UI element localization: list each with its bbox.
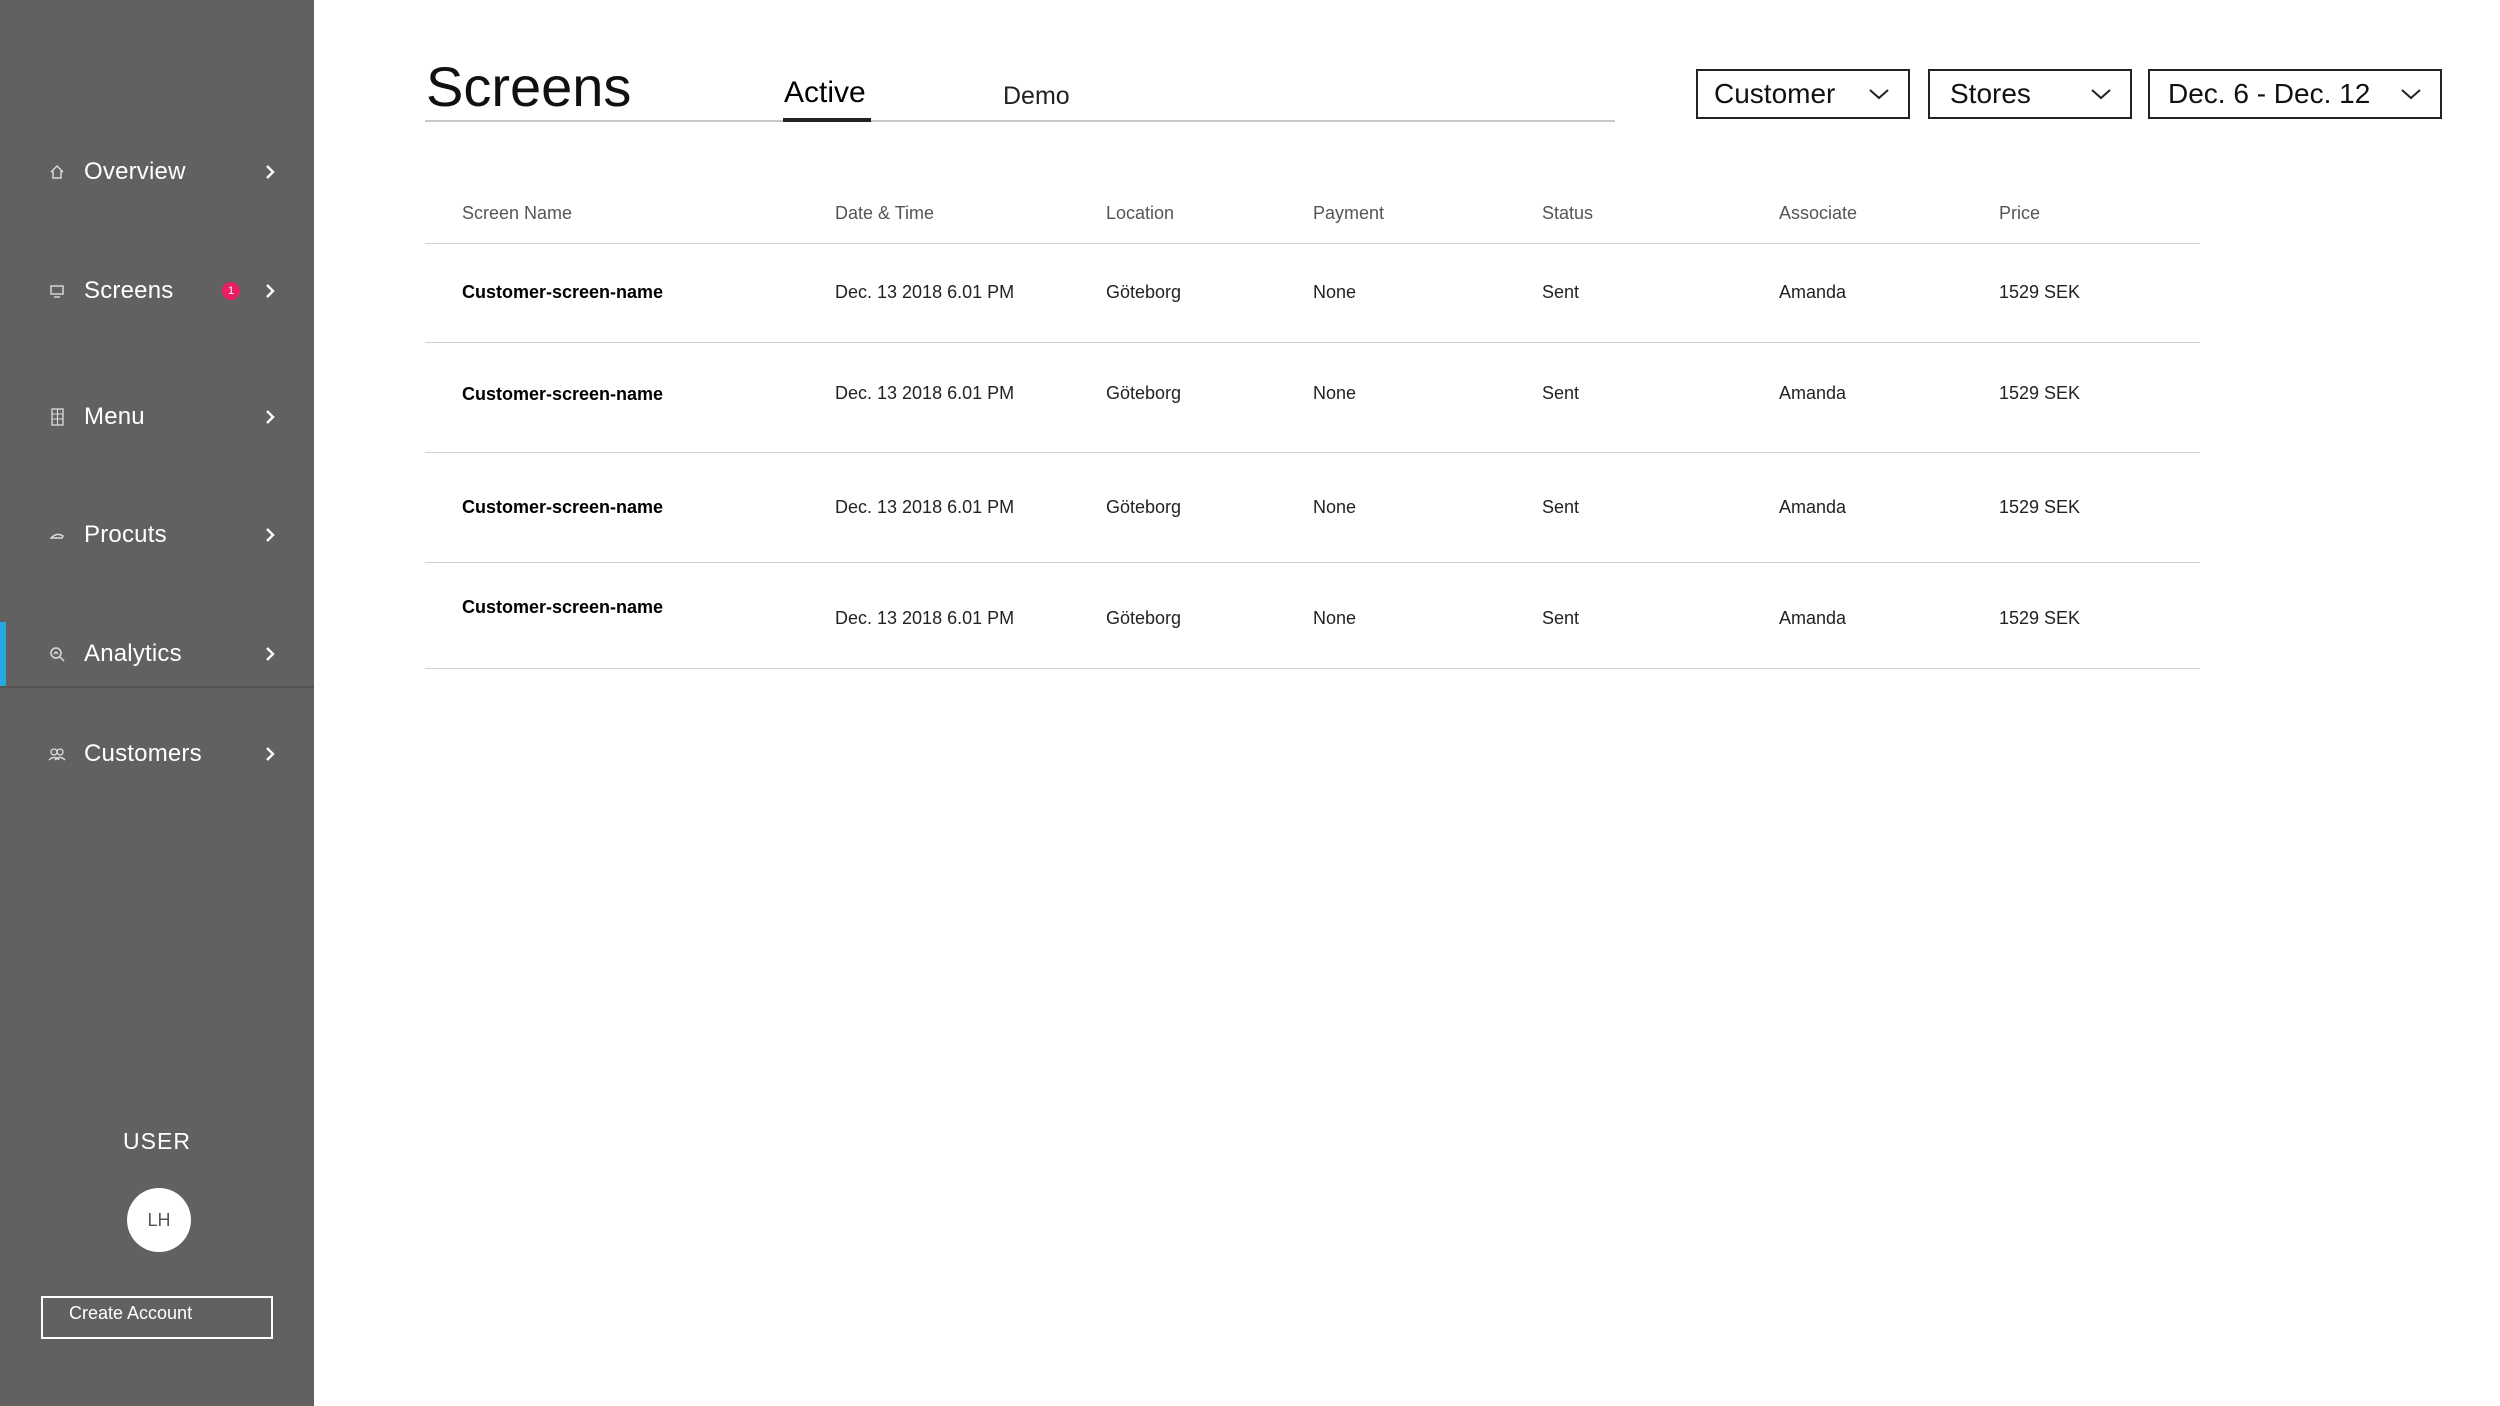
payment-cell: None (1313, 383, 1357, 403)
page-title: Screens (426, 55, 632, 118)
product-icon (44, 522, 70, 548)
location-cell: Göteborg (1106, 383, 1182, 403)
sidebar-item-menu[interactable]: Menu (0, 382, 314, 452)
chevron-right-icon (262, 164, 278, 180)
associate-cell: Amanda (1779, 282, 1847, 302)
table-divider (425, 342, 2200, 343)
screen-name-cell[interactable]: Customer-screen-name (462, 384, 663, 405)
chevron-down-icon (1869, 89, 1889, 100)
analytics-icon (44, 641, 70, 667)
status-cell: Sent (1542, 497, 1580, 517)
sidebar-item-label: Procuts (84, 521, 167, 548)
table-divider (425, 668, 2200, 669)
status-cell: Sent (1542, 608, 1580, 628)
tab-active[interactable]: Active (784, 76, 866, 110)
associate-cell: Amanda (1779, 497, 1847, 517)
date-range-dropdown[interactable]: Dec. 6 - Dec. 12 (2148, 69, 2442, 119)
sidebar-item-label: Overview (84, 158, 186, 185)
sidebar: Overview Screens 1 Menu Procuts Analytic… (0, 0, 314, 1406)
status-cell: Sent (1542, 383, 1580, 403)
active-tab-indicator (783, 118, 871, 122)
tab-demo[interactable]: Demo (1003, 82, 1070, 111)
table-divider (425, 452, 2200, 453)
status-cell: Sent (1542, 282, 1580, 302)
table-divider (425, 562, 2200, 563)
sidebar-item-label: Screens (84, 277, 174, 304)
stores-dropdown-value: Stores (1950, 78, 2031, 109)
notification-badge: 1 (222, 282, 240, 300)
stores-dropdown[interactable]: Stores (1928, 69, 2132, 119)
column-header-screen-name[interactable]: Screen Name (462, 203, 572, 224)
screen-name-cell[interactable]: Customer-screen-name (462, 497, 663, 518)
sidebar-item-customers[interactable]: Customers (0, 719, 314, 789)
screen-name-cell[interactable]: Customer-screen-name (462, 597, 663, 618)
sidebar-item-analytics[interactable]: Analytics (0, 622, 314, 688)
customer-dropdown-value: Customer (1714, 78, 1836, 109)
column-header-status[interactable]: Status (1542, 203, 1593, 224)
sidebar-item-screens[interactable]: Screens 1 (0, 256, 314, 326)
chevron-right-icon (262, 527, 278, 543)
sidebar-item-label: Customers (84, 740, 202, 767)
avatar[interactable]: LH (127, 1188, 191, 1252)
menu-grid-icon (44, 404, 70, 430)
associate-cell: Amanda (1779, 383, 1847, 403)
screen-name-cell[interactable]: Customer-screen-name (462, 282, 663, 303)
price-cell: 1529 SEK (1999, 497, 2081, 517)
sidebar-item-label: Analytics (84, 640, 182, 667)
column-header-payment[interactable]: Payment (1313, 203, 1384, 224)
payment-cell: None (1313, 497, 1357, 517)
datetime-cell: Dec. 13 2018 6.01 PM (835, 383, 1015, 403)
chevron-down-icon (2091, 89, 2111, 100)
customer-dropdown[interactable]: Customer (1696, 69, 1910, 119)
chevron-right-icon (262, 283, 278, 299)
chevron-right-icon (262, 746, 278, 762)
sidebar-item-overview[interactable]: Overview (0, 137, 314, 207)
price-cell: 1529 SEK (1999, 383, 2081, 403)
sidebar-item-procuts[interactable]: Procuts (0, 500, 314, 570)
payment-cell: None (1313, 282, 1357, 302)
sidebar-item-label: Menu (84, 403, 145, 430)
column-header-associate[interactable]: Associate (1779, 203, 1857, 224)
table-divider (425, 243, 2200, 244)
associate-cell: Amanda (1779, 608, 1847, 628)
price-cell: 1529 SEK (1999, 608, 2081, 628)
chevron-right-icon (262, 646, 278, 662)
column-header-price[interactable]: Price (1999, 203, 2040, 224)
column-header-date-time[interactable]: Date & Time (835, 203, 934, 224)
datetime-cell: Dec. 13 2018 6.01 PM (835, 282, 1015, 302)
chevron-down-icon (2401, 89, 2421, 100)
price-cell: 1529 SEK (1999, 282, 2081, 302)
location-cell: Göteborg (1106, 608, 1182, 628)
home-icon (44, 159, 70, 185)
payment-cell: None (1313, 608, 1357, 628)
date-range-value: Dec. 6 - Dec. 12 (2168, 78, 2371, 109)
create-account-button[interactable]: Create Account (41, 1296, 273, 1339)
customers-icon (44, 741, 70, 767)
tabs-divider (425, 120, 1615, 122)
location-cell: Göteborg (1106, 497, 1182, 517)
monitor-icon (44, 278, 70, 304)
column-header-location[interactable]: Location (1106, 203, 1174, 224)
datetime-cell: Dec. 13 2018 6.01 PM (835, 497, 1015, 517)
chevron-right-icon (262, 409, 278, 425)
user-label: USER (123, 1128, 191, 1154)
datetime-cell: Dec. 13 2018 6.01 PM (835, 608, 1015, 628)
location-cell: Göteborg (1106, 282, 1182, 302)
